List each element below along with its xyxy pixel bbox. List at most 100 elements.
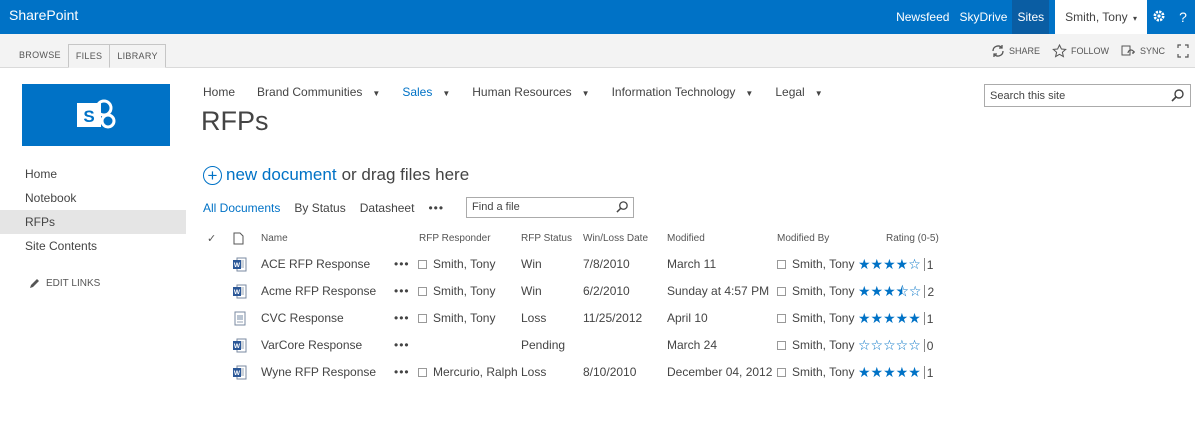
drag-files-hint: or drag files here <box>341 165 470 184</box>
presence-indicator <box>777 287 786 296</box>
star-rating-icon[interactable]: ★★★★☆ <box>858 256 921 272</box>
follow-button[interactable]: FOLLOW <box>1052 44 1109 58</box>
new-document-bar: + new document or drag files here <box>203 165 469 185</box>
item-menu-button[interactable]: ••• <box>394 305 410 332</box>
sites-link[interactable]: Sites <box>1012 0 1050 34</box>
nav-item-rfps[interactable]: RFPs <box>0 210 186 234</box>
table-row[interactable]: W Wyne RFP Response ••• Mercurio, Ralph … <box>203 359 963 386</box>
new-document-link[interactable]: new document <box>226 165 337 185</box>
topnav-information-technology[interactable]: Information Technology ▼ <box>612 85 754 99</box>
nav-item-site-contents[interactable]: Site Contents <box>0 234 186 258</box>
tab-browse[interactable]: BROWSE <box>12 44 68 68</box>
search-site-input[interactable]: Search this site <box>984 84 1191 107</box>
column-header-rating[interactable]: Rating (0-5) <box>886 227 939 251</box>
document-name-link[interactable]: CVC Response <box>261 305 344 332</box>
column-header-modified-by[interactable]: Modified By <box>777 227 829 251</box>
view-selector: All Documents By Status Datasheet ••• Fi… <box>203 197 635 218</box>
rfp-responder-cell[interactable]: Mercurio, Ralph <box>418 359 518 386</box>
search-icon[interactable] <box>616 200 629 213</box>
search-icon[interactable] <box>1171 88 1185 102</box>
rating-divider <box>923 312 925 325</box>
rating-cell[interactable]: ★★★★☆ 1 <box>858 251 933 279</box>
chevron-down-icon[interactable]: ▼ <box>815 89 823 98</box>
chevron-down-icon[interactable]: ▼ <box>372 89 380 98</box>
nav-item-home[interactable]: Home <box>0 162 186 186</box>
table-row[interactable]: W VarCore Response ••• Pending March 24 … <box>203 332 963 359</box>
topnav-sales[interactable]: Sales ▼ <box>402 85 450 99</box>
nav-item-notebook[interactable]: Notebook <box>0 186 186 210</box>
tab-library[interactable]: LIBRARY <box>110 44 166 68</box>
modified-by-cell[interactable]: Smith, Tony <box>777 278 854 305</box>
rating-count: 0 <box>926 339 934 353</box>
chevron-down-icon[interactable]: ▼ <box>442 89 450 98</box>
site-logo[interactable]: S <box>22 84 170 146</box>
star-icon <box>1052 44 1067 58</box>
chevron-down-icon[interactable]: ▼ <box>582 89 590 98</box>
topnav-brand-communities[interactable]: Brand Communities ▼ <box>257 85 380 99</box>
table-header-row: ✓ Name RFP Responder RFP Status Win/Loss… <box>203 227 963 251</box>
document-name-link[interactable]: VarCore Response <box>261 332 362 359</box>
star-rating-icon[interactable]: ★★★⯪☆ <box>858 283 921 299</box>
sync-button[interactable]: SYNC <box>1121 44 1165 58</box>
win-loss-date-cell: 8/10/2010 <box>583 365 637 379</box>
modified-by-cell[interactable]: Smith, Tony <box>777 359 854 386</box>
modified-by-cell[interactable]: Smith, Tony <box>777 332 854 359</box>
table-row[interactable]: W Acme RFP Response ••• Smith, Tony Win … <box>203 278 963 305</box>
document-name-link[interactable]: Wyne RFP Response <box>261 359 376 386</box>
column-header-rfp-status[interactable]: RFP Status <box>521 227 572 251</box>
rating-count: 1 <box>926 366 934 380</box>
item-menu-button[interactable]: ••• <box>394 332 410 359</box>
star-rating-icon[interactable]: ☆☆☆☆☆ <box>858 337 921 353</box>
ribbon: BROWSE FILES LIBRARY SHARE FOLLOW SYNC <box>0 34 1195 68</box>
search-site-placeholder: Search this site <box>990 89 1066 102</box>
pencil-icon <box>30 279 39 288</box>
rating-cell[interactable]: ★★★★★ 1 <box>858 359 933 387</box>
modified-by-cell[interactable]: Smith, Tony <box>777 251 854 278</box>
presence-indicator <box>418 260 427 269</box>
plus-circle-icon[interactable]: + <box>203 165 222 185</box>
gear-icon[interactable] <box>1147 9 1171 26</box>
modified-cell: Sunday at 4:57 PM <box>667 284 770 298</box>
item-menu-button[interactable]: ••• <box>394 359 410 386</box>
edit-links-button[interactable]: EDIT LINKS <box>29 278 100 289</box>
rating-cell[interactable]: ☆☆☆☆☆ 0 <box>858 332 933 360</box>
find-file-input[interactable]: Find a file <box>466 197 635 218</box>
modified-by-cell[interactable]: Smith, Tony <box>777 305 854 332</box>
rfp-responder-cell[interactable]: Smith, Tony <box>418 305 495 332</box>
column-header-win-loss-date[interactable]: Win/Loss Date <box>583 227 648 251</box>
table-row[interactable]: W ACE RFP Response ••• Smith, Tony Win 7… <box>203 251 963 278</box>
more-views-button[interactable]: ••• <box>428 201 444 215</box>
topnav-legal[interactable]: Legal ▼ <box>775 85 822 99</box>
skydrive-link[interactable]: SkyDrive <box>954 0 1012 34</box>
topnav-home[interactable]: Home <box>203 85 235 99</box>
view-by-status[interactable]: By Status <box>294 201 345 215</box>
find-file-placeholder: Find a file <box>472 201 520 213</box>
rating-cell[interactable]: ★★★★★ 1 <box>858 305 933 333</box>
presence-indicator <box>418 368 427 377</box>
focus-icon[interactable] <box>1177 44 1193 58</box>
chevron-down-icon[interactable]: ▼ <box>745 89 753 98</box>
view-datasheet[interactable]: Datasheet <box>360 201 415 215</box>
table-row[interactable]: CVC Response ••• Smith, Tony Loss 11/25/… <box>203 305 963 332</box>
user-menu[interactable]: Smith, Tony ▾ <box>1055 0 1147 34</box>
star-rating-icon[interactable]: ★★★★★ <box>858 310 921 326</box>
column-header-name[interactable]: Name <box>261 227 288 251</box>
topnav-human-resources[interactable]: Human Resources ▼ <box>472 85 589 99</box>
rating-cell[interactable]: ★★★⯪☆ 2 <box>858 278 934 306</box>
share-button[interactable]: SHARE <box>991 44 1040 58</box>
document-name-link[interactable]: ACE RFP Response <box>261 251 370 278</box>
select-all-checkbox[interactable]: ✓ <box>207 227 216 251</box>
column-header-rfp-responder[interactable]: RFP Responder <box>419 227 491 251</box>
star-rating-icon[interactable]: ★★★★★ <box>858 364 921 380</box>
tab-files[interactable]: FILES <box>67 44 111 68</box>
rfp-responder-cell[interactable]: Smith, Tony <box>418 251 495 278</box>
help-icon[interactable]: ? <box>1171 9 1195 25</box>
item-menu-button[interactable]: ••• <box>394 251 410 278</box>
sharepoint-brand[interactable]: SharePoint <box>9 7 78 23</box>
view-all-documents[interactable]: All Documents <box>203 201 280 215</box>
document-name-link[interactable]: Acme RFP Response <box>261 278 376 305</box>
newsfeed-link[interactable]: Newsfeed <box>891 0 954 34</box>
item-menu-button[interactable]: ••• <box>394 278 410 305</box>
rfp-responder-cell[interactable]: Smith, Tony <box>418 278 495 305</box>
column-header-modified[interactable]: Modified <box>667 227 705 251</box>
